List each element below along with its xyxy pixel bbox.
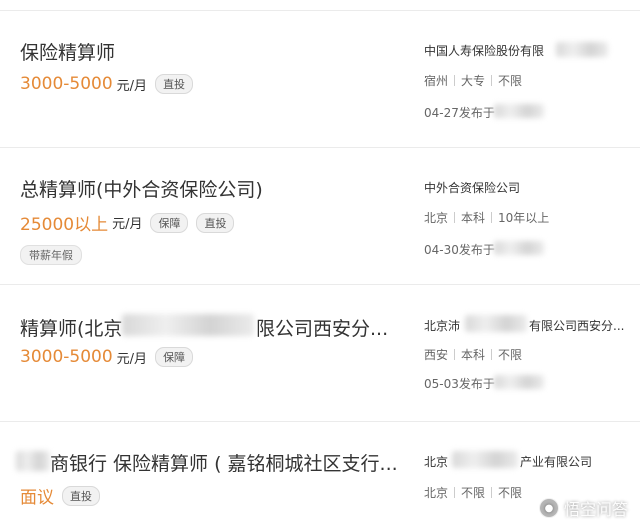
redacted-blur [122, 314, 254, 336]
job-meta: 北京 本科 10年以上 [424, 209, 549, 226]
posted-date: 04-30发布于 [424, 243, 495, 257]
tag-guarantee: 保障 [150, 212, 189, 233]
tag-direct: 直投 [155, 74, 194, 94]
company-name[interactable]: 北京 [424, 453, 448, 470]
salary-unit: 元/月 [116, 351, 148, 367]
watermark-text: 悟空问答 [563, 500, 628, 519]
company-name[interactable]: 北京沛 [424, 317, 460, 334]
job-title[interactable]: 商银行 保险精算师 ( 嘉铭桐城社区支行... [50, 449, 398, 476]
salary-unit: 元/月 [116, 78, 148, 94]
welfare-tag: 带薪年假 [20, 245, 82, 265]
redacted-blur [494, 241, 544, 255]
education: 本科 [461, 348, 486, 362]
posted-date: 05-03发布于 [424, 377, 495, 391]
company-name-tail[interactable]: 有限公司西安分... [529, 317, 624, 334]
job-title-tail[interactable]: 限公司西安分... [256, 314, 388, 341]
salary-unit: 元/月 [112, 217, 143, 232]
company-name-tail[interactable]: 产业有限公司 [520, 453, 592, 470]
company-name[interactable]: 中外合资保险公司 [424, 179, 520, 196]
salary: 25000以上 [20, 215, 109, 235]
posted-date: 04-27发布于 [424, 106, 495, 120]
company-name[interactable]: 中国人寿保险股份有限 [424, 42, 544, 59]
watermark: ● 悟空问答 [538, 496, 628, 520]
redacted-blur [452, 451, 518, 468]
redacted-blur [556, 42, 608, 57]
job-meta: 西安 本科 不限 [424, 346, 522, 363]
education: 大专 [461, 74, 486, 88]
salary-row: 面议 直投 [20, 483, 100, 508]
job-meta: 北京 不限 不限 [424, 484, 522, 501]
job-title[interactable]: 保险精算师 [20, 38, 115, 65]
tag-direct: 直投 [62, 485, 100, 506]
location: 宿州 [424, 74, 449, 88]
redacted-blur [16, 451, 50, 471]
location: 北京 [424, 211, 449, 225]
tag-direct: 直投 [196, 212, 235, 233]
redacted-blur [494, 104, 544, 118]
job-card[interactable]: 精算师(北京 限公司西安分... 3000-5000 元/月 保障 北京沛 有限… [0, 284, 640, 421]
tag-guarantee: 保障 [155, 347, 194, 367]
salary-row: 3000-5000 元/月 保障 [20, 347, 194, 367]
salary: 3000-5000 [20, 74, 113, 94]
job-title[interactable]: 精算师(北京 [20, 314, 122, 341]
location: 北京 [424, 486, 449, 500]
job-card[interactable]: 保险精算师 3000-5000 元/月 直投 中国人寿保险股份有限 宿州 大专 … [0, 10, 640, 147]
location: 西安 [424, 348, 449, 362]
salary: 3000-5000 [20, 347, 113, 367]
wukong-logo-icon: ● [538, 498, 559, 518]
job-meta: 宿州 大专 不限 [424, 72, 522, 89]
job-card[interactable]: 总精算师(中外合资保险公司) 25000以上 元/月 保障 直投 带薪年假 中外… [0, 147, 640, 284]
salary-row: 25000以上 元/月 保障 直投 [20, 210, 235, 235]
education: 不限 [461, 486, 486, 500]
experience: 10年以上 [498, 211, 550, 225]
salary-row: 3000-5000 元/月 直投 [20, 74, 194, 94]
redacted-blur [494, 375, 544, 389]
experience: 不限 [498, 486, 523, 500]
experience: 不限 [498, 348, 523, 362]
salary: 面议 [20, 488, 54, 508]
job-title[interactable]: 总精算师(中外合资保险公司) [20, 175, 263, 202]
education: 本科 [461, 211, 486, 225]
redacted-blur [465, 315, 527, 332]
experience: 不限 [498, 74, 523, 88]
